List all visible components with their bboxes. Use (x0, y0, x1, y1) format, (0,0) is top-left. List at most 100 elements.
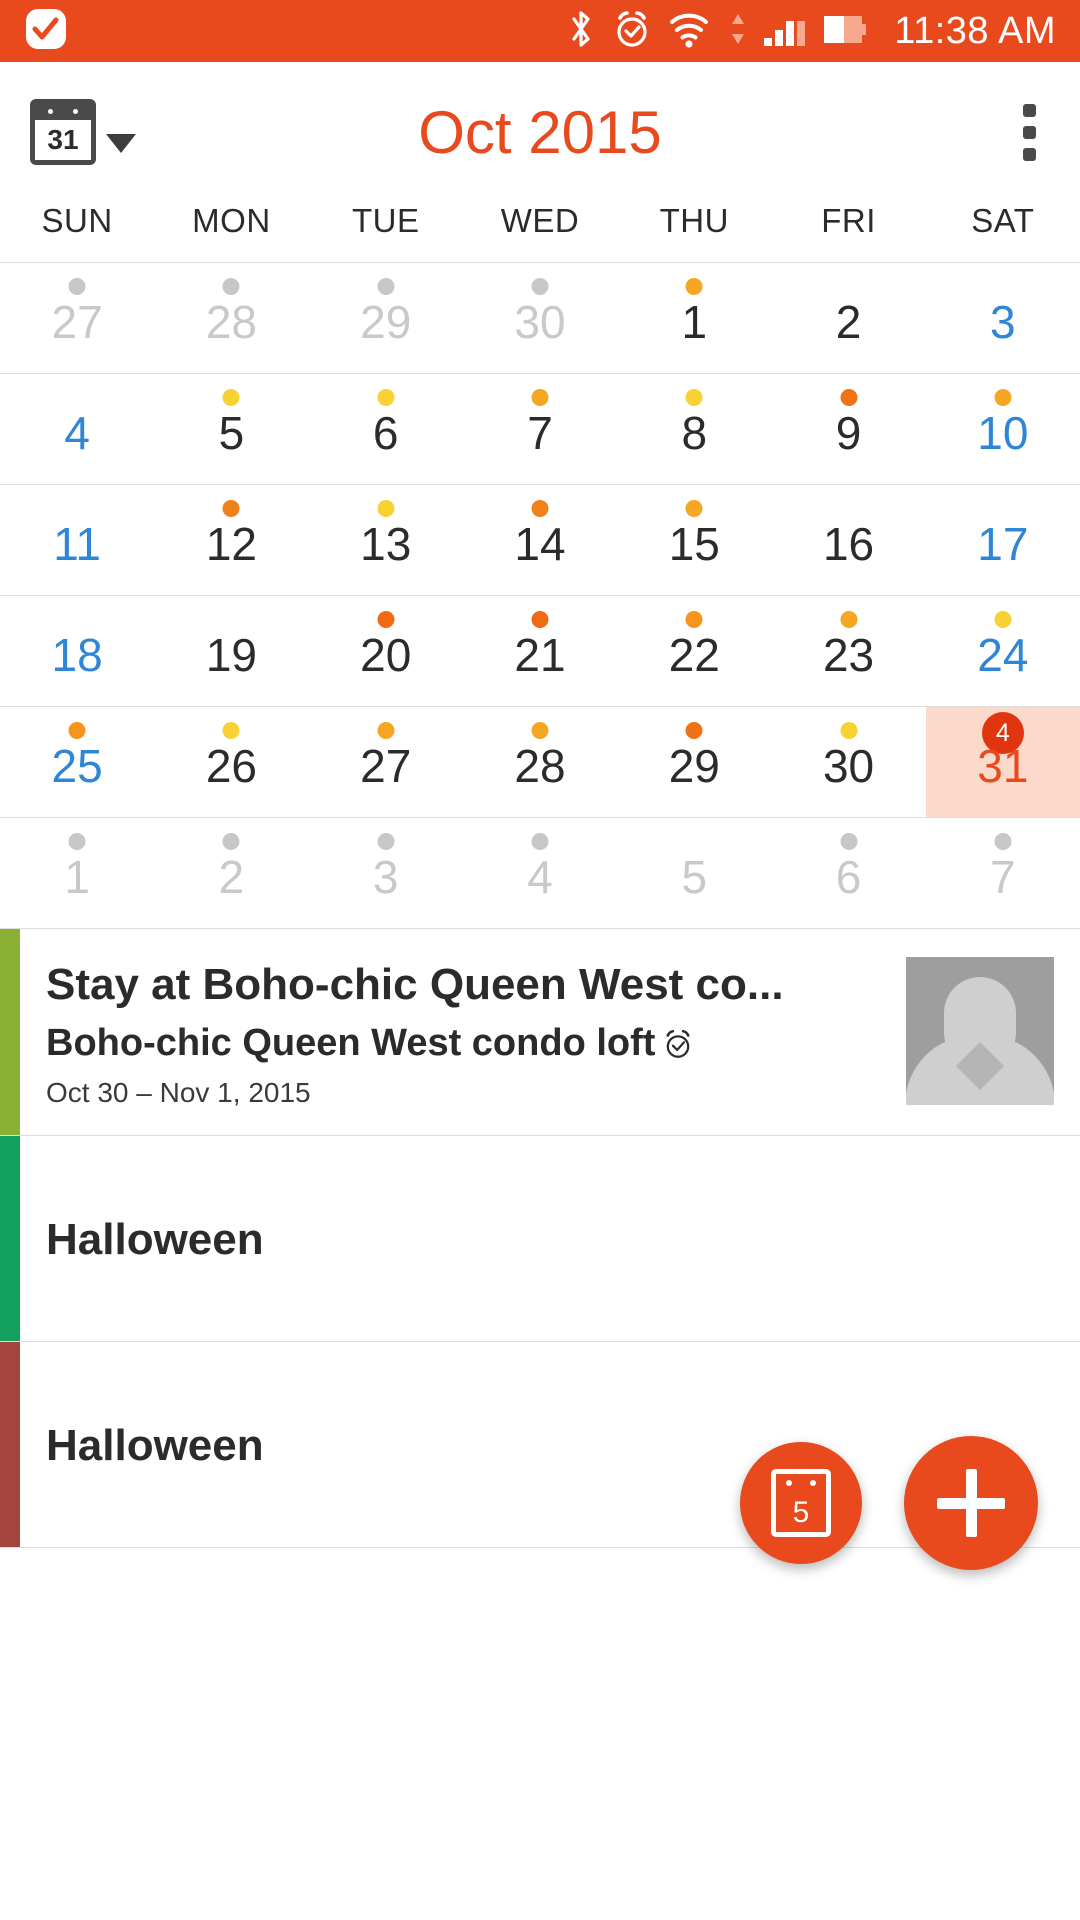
day-cell-6[interactable]: 6 (309, 374, 463, 484)
day-cell-27[interactable]: 27 (309, 707, 463, 817)
weekday-label-mon: MON (192, 202, 271, 239)
overflow-menu-button[interactable] (1009, 94, 1050, 171)
day-number: 16 (822, 518, 875, 570)
day-event-dot (685, 389, 703, 406)
event-calendar-color-stripe (0, 929, 20, 1135)
day-cell-3[interactable]: 3 (926, 263, 1080, 373)
alarm-icon (612, 8, 652, 55)
day-cell-13[interactable]: 13 (309, 485, 463, 595)
day-number: 29 (360, 296, 412, 348)
overflow-dot (1023, 147, 1036, 161)
signal-icon (762, 8, 806, 55)
day-cell-30[interactable]: 30 (463, 263, 617, 373)
event-list-item[interactable]: Halloween (0, 1136, 1080, 1342)
day-cell-10[interactable]: 10 (926, 374, 1080, 484)
day-cell-15[interactable]: 15 (617, 485, 771, 595)
day-cell-29[interactable]: 29 (617, 707, 771, 817)
day-cell-1[interactable]: 1 (0, 818, 154, 928)
bluetooth-icon (566, 8, 596, 55)
day-cell-28[interactable]: 28 (463, 707, 617, 817)
week-row: 1 2 3 4 5 6 7 (0, 818, 1080, 929)
day-cell-6[interactable]: 6 (771, 818, 925, 928)
day-cell-8[interactable]: 8 (617, 374, 771, 484)
month-grid: 27 28 29 30 1 2 3 4 5 6 7 8 9 10 11 12 13 14 15 16 17 18 19 20 2… (0, 262, 1080, 929)
day-number: 3 (990, 296, 1016, 348)
day-cell-14[interactable]: 14 (463, 485, 617, 595)
day-number: 7 (990, 851, 1016, 903)
day-cell-26[interactable]: 26 (154, 707, 308, 817)
day-event-dot (685, 611, 703, 628)
event-title: Stay at Boho-chic Queen West co... (46, 960, 784, 1009)
event-body: Stay at Boho-chic Queen West co... Boho-c… (20, 929, 1080, 1135)
calendar-view-switcher[interactable]: 31 (30, 99, 136, 165)
day-cell-24[interactable]: 24 (926, 596, 1080, 706)
week-row: 4 5 6 7 8 9 10 (0, 374, 1080, 485)
calendar-day-icon-number: 31 (35, 120, 91, 160)
weekday-label-fri: FRI (821, 202, 876, 239)
wifi-icon (668, 8, 714, 55)
day-event-dot (994, 389, 1012, 406)
day-cell-30[interactable]: 30 (771, 707, 925, 817)
day-cell-21[interactable]: 21 (463, 596, 617, 706)
day-cell-7[interactable]: 7 (463, 374, 617, 484)
add-event-fab[interactable] (904, 1436, 1038, 1570)
event-list-item[interactable]: Stay at Boho-chic Queen West co... Boho-c… (0, 929, 1080, 1136)
day-number: 14 (514, 518, 566, 570)
calendar-today-icon: 5 (771, 1469, 831, 1537)
status-bar-notifications (24, 7, 68, 56)
day-cell-5[interactable]: 5 (154, 374, 308, 484)
day-number: 28 (205, 296, 257, 348)
day-cell-5[interactable]: 5 (617, 818, 771, 928)
day-cell-9[interactable]: 9 (771, 374, 925, 484)
today-fab[interactable]: 5 (740, 1442, 862, 1564)
day-cell-22[interactable]: 22 (617, 596, 771, 706)
status-bar-clock: 11:38 AM (894, 9, 1056, 52)
day-number: 24 (977, 629, 1029, 681)
day-number: 27 (51, 296, 103, 348)
day-number: 2 (218, 851, 245, 903)
day-number: 6 (372, 407, 399, 459)
day-cell-4[interactable]: 4 (463, 818, 617, 928)
day-event-dot (222, 278, 240, 295)
day-cell-25[interactable]: 25 (0, 707, 154, 817)
day-number: 5 (218, 407, 245, 459)
event-avatar (906, 957, 1054, 1105)
calendar-app-screen: 11:38 AM 31 Oct 2015 SUN MON TUE WED THU… (0, 0, 1080, 1920)
day-number: 26 (205, 740, 257, 792)
day-cell-16[interactable]: 16 (771, 485, 925, 595)
day-number: 6 (835, 851, 862, 903)
event-body: Halloween (20, 1136, 1080, 1341)
day-cell-4[interactable]: 4 (0, 374, 154, 484)
day-cell-29[interactable]: 29 (309, 263, 463, 373)
day-cell-11[interactable]: 11 (0, 485, 154, 595)
day-number: 4 (64, 407, 90, 459)
plus-icon (937, 1469, 1005, 1537)
day-cell-17[interactable]: 17 (926, 485, 1080, 595)
day-cell-2[interactable]: 2 (771, 263, 925, 373)
day-number: 27 (360, 740, 412, 792)
day-event-dot (68, 722, 86, 739)
day-cell-3[interactable]: 3 (309, 818, 463, 928)
day-cell-31[interactable]: 4 31 (925, 707, 1080, 817)
day-number: 31 (977, 740, 1029, 792)
status-bar-system-icons: 11:38 AM (566, 8, 1056, 55)
day-cell-18[interactable]: 18 (0, 596, 154, 706)
day-cell-23[interactable]: 23 (771, 596, 925, 706)
day-cell-2[interactable]: 2 (154, 818, 308, 928)
day-event-dot (377, 833, 395, 850)
day-event-dot (377, 722, 395, 739)
day-cell-20[interactable]: 20 (309, 596, 463, 706)
day-cell-1[interactable]: 1 (617, 263, 771, 373)
day-event-dot (222, 389, 240, 406)
day-cell-19[interactable]: 19 (154, 596, 308, 706)
chevron-down-icon (106, 133, 136, 153)
day-number: 15 (668, 518, 720, 570)
weekday-header-row: SUN MON TUE WED THU FRI SAT (0, 202, 1080, 262)
week-row: 25 26 27 28 29 30 4 31 (0, 707, 1080, 818)
day-event-dot (685, 500, 703, 517)
day-cell-7[interactable]: 7 (926, 818, 1080, 928)
day-cell-12[interactable]: 12 (154, 485, 308, 595)
day-cell-28[interactable]: 28 (154, 263, 308, 373)
day-cell-27[interactable]: 27 (0, 263, 154, 373)
day-number: 12 (205, 518, 257, 570)
